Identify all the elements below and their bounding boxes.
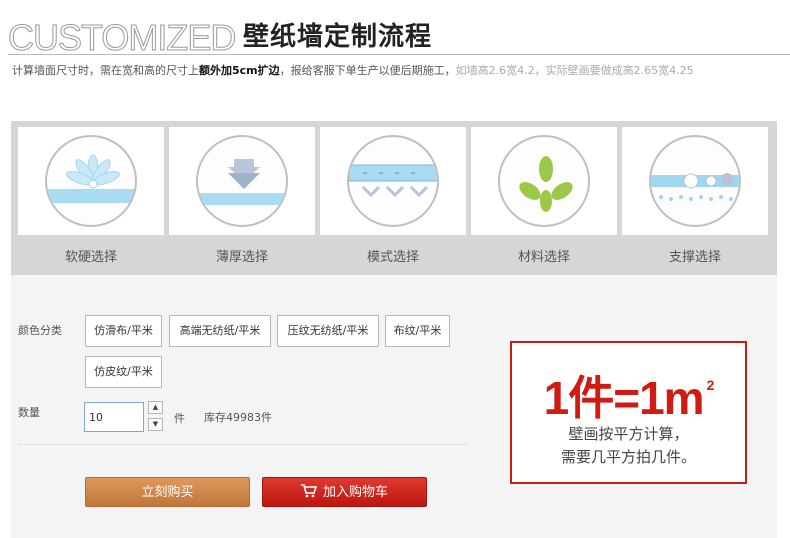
step-label-softness: 软硬选择 [64,250,117,265]
quantity-input[interactable] [84,402,144,432]
down-arrow-layer-icon [196,135,288,227]
option-leather-texture[interactable]: 仿皮纹/平米 [85,356,162,388]
note-part-4: 如墙高2.6宽4.2，实际壁画要做成高2.65宽4.25 [455,64,694,77]
note-part-1: 计算墙面尺寸时，需在宽和高的尺寸上 [12,64,199,77]
step-mode [320,127,466,235]
option-embossed-nonwoven[interactable]: 压纹无纺纸/平米 [277,315,379,347]
step-label-thickness: 薄厚选择 [215,250,268,265]
option-premium-nonwoven[interactable]: 高端无纺纸/平米 [169,315,271,347]
step-material [471,127,617,235]
title-en: CUSTOMIZED [7,17,236,58]
option-cloth-texture[interactable]: 布纹/平米 [385,315,450,347]
step-label-material: 材料选择 [517,250,570,265]
size-note: 计算墙面尺寸时，需在宽和高的尺寸上额外加5cm扩边，报给客服下单生产以便后期施工… [12,64,694,78]
promo-headline: 1件=1m 2 [522,357,735,426]
title-cn: 壁纸墙定制流程 [243,22,433,52]
header-divider [8,54,790,55]
cart-icon [300,480,318,498]
note-part-3: ，报给客服下单生产以便后期施工， [279,64,456,77]
promo-superscript: 2 [706,377,715,393]
quantity-label: 数量 [18,406,40,419]
step-softness [18,127,164,235]
bubble-support-icon [649,135,741,227]
chevron-pattern-icon [347,135,439,227]
option-imitation-cloth[interactable]: 仿滑布/平米 [85,315,162,347]
pricing-promo: 1件=1m 2 壁画按平方计算， 需要几平方拍几件。 [510,341,747,484]
quantity-decrease-button[interactable]: ▼ [148,418,163,431]
quantity-increase-button[interactable]: ▲ [148,401,163,414]
buy-now-label: 立刻购买 [141,485,194,500]
color-label: 颜色分类 [18,324,62,337]
note-part-2: 额外加5cm扩边 [199,64,280,77]
step-label-mode: 模式选择 [366,250,419,265]
promo-line-2: 需要几平方拍几件。 [560,448,696,466]
add-to-cart-button[interactable]: 加入购物车 [262,477,427,507]
leaves-icon [498,135,590,227]
unit-label: 件 [174,412,185,425]
add-to-cart-label: 加入购物车 [322,485,388,500]
step-thickness [169,127,315,235]
stock-label: 库存49983件 [204,411,272,424]
step-support [622,127,768,235]
divider [18,444,467,445]
buy-now-button[interactable]: 立刻购买 [85,477,250,507]
step-label-support: 支撑选择 [668,250,721,265]
process-steps: 软硬选择 薄厚选择 模式选择 材料选择 支撑选择 [11,121,777,275]
flower-layer-icon [45,135,137,227]
promo-line-1: 壁画按平方计算， [568,425,689,443]
header: CUSTOMIZED 壁纸墙定制流程 [0,0,790,60]
promo-equation: 1件=1m [543,372,705,424]
